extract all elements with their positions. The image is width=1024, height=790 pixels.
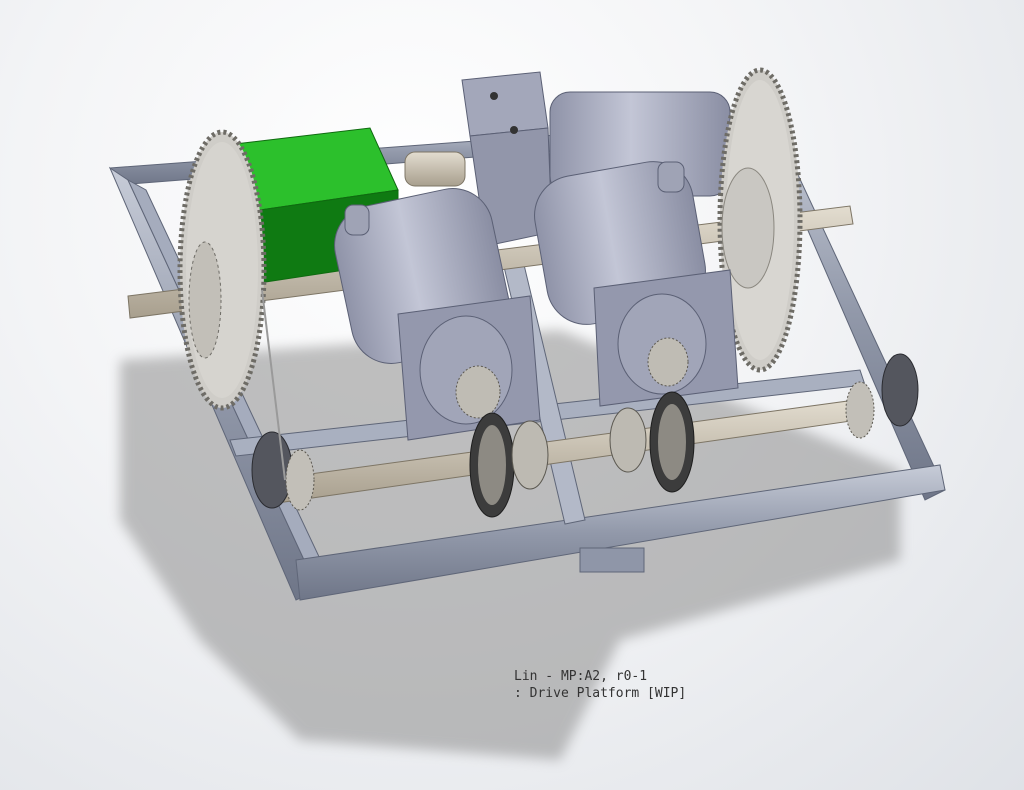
- sprocket-large-left: [177, 129, 267, 411]
- model-caption: Lin - MP:A2, r0-1 : Drive Platform [WIP]: [514, 668, 686, 702]
- cad-viewport: [108, 67, 946, 760]
- caption-line-1: Lin - MP:A2, r0-1: [514, 669, 648, 684]
- caption-line-2: : Drive Platform [WIP]: [514, 686, 687, 701]
